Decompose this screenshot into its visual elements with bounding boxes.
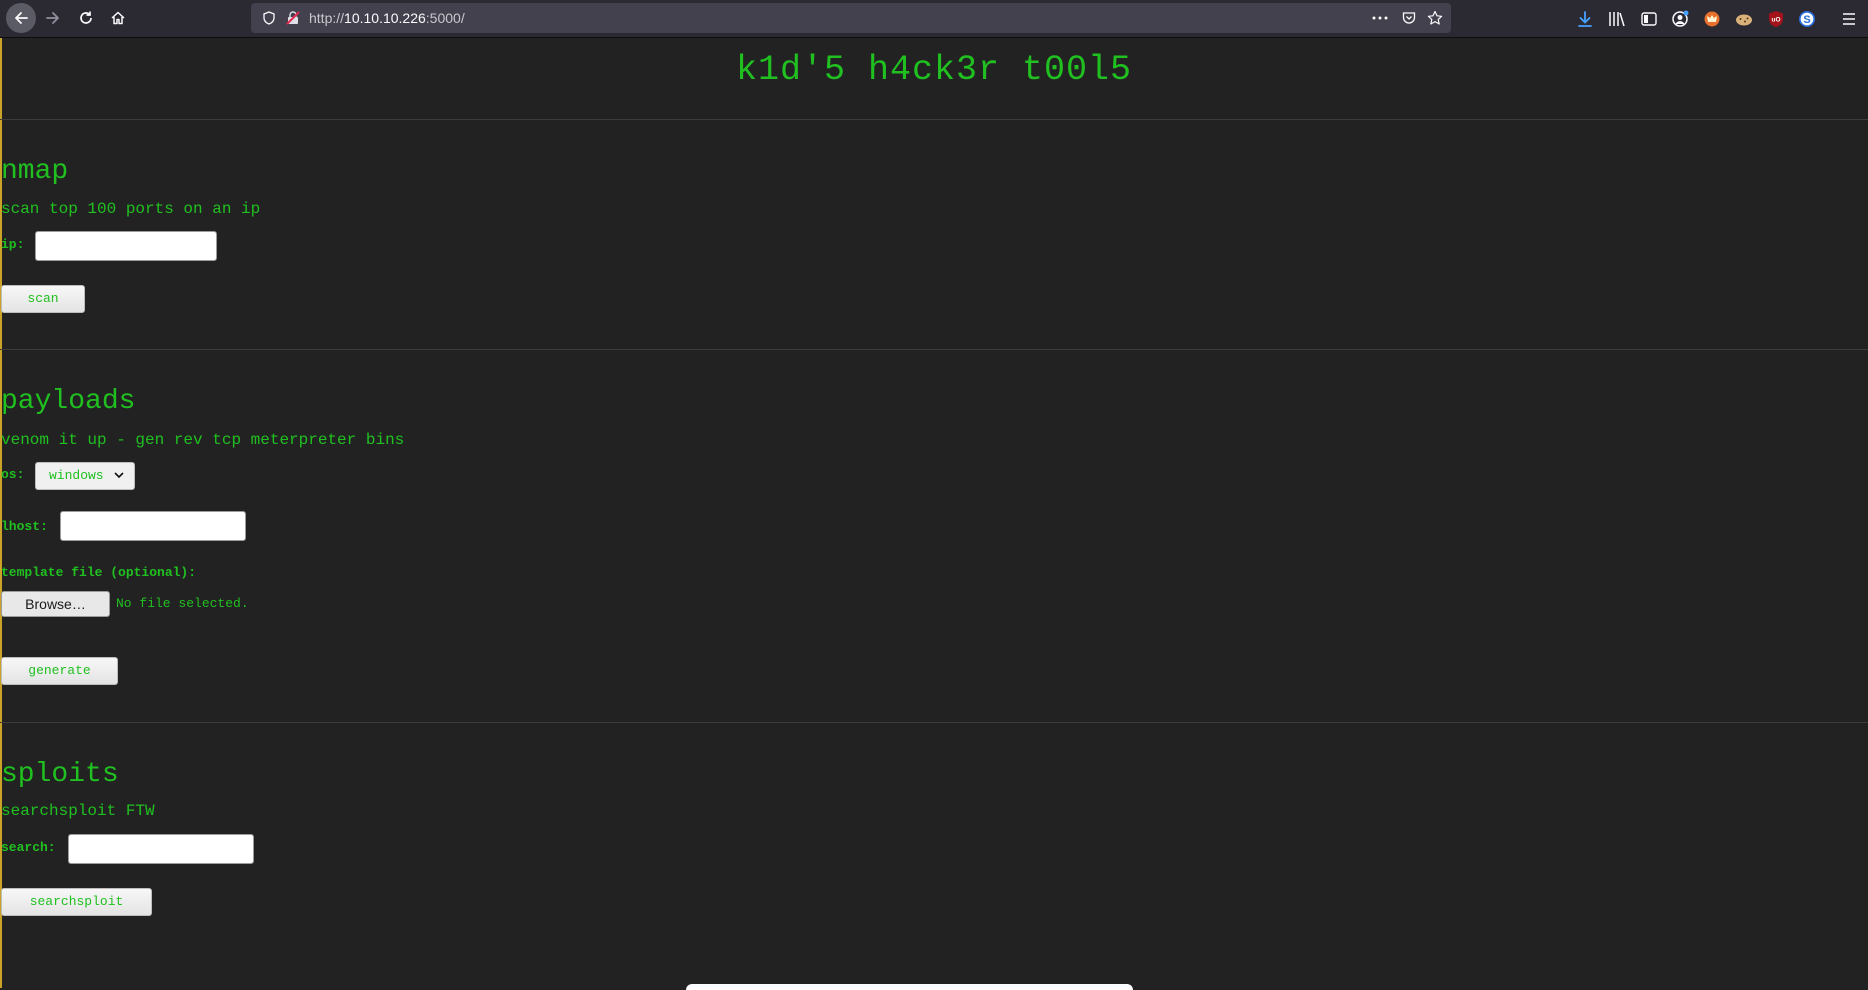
reload-button[interactable]: [72, 4, 100, 32]
payloads-description: venom it up - gen rev tcp meterpreter bi…: [1, 431, 405, 449]
home-button[interactable]: [104, 4, 132, 32]
arrow-left-icon: [15, 12, 28, 24]
home-icon: [111, 11, 125, 25]
account-icon[interactable]: [1670, 9, 1690, 29]
page-title: k1d'5 h4ck3r t00l5: [735, 50, 1133, 90]
scan-button[interactable]: scan: [1, 285, 85, 313]
search-label: search:: [1, 840, 56, 855]
sploits-heading: sploits: [1, 759, 119, 790]
downloads-icon[interactable]: [1575, 9, 1595, 29]
url-bar[interactable]: http://10.10.10.226:5000/: [251, 3, 1451, 33]
chevron-down-icon: [114, 472, 124, 479]
url-host: 10.10.10.226: [344, 10, 426, 26]
nmap-heading: nmap: [1, 156, 69, 187]
reload-icon: [80, 11, 92, 24]
more-actions-icon[interactable]: [1372, 10, 1388, 26]
lhost-label: lhost:: [1, 519, 48, 534]
cookie-extension-icon[interactable]: [1734, 9, 1754, 29]
svg-text:uO: uO: [1771, 17, 1780, 24]
back-button[interactable]: [6, 3, 36, 33]
foxyproxy-extension-icon[interactable]: [1702, 9, 1722, 29]
shield-icon[interactable]: [261, 10, 277, 26]
arrow-right-icon: [46, 12, 59, 24]
pocket-icon[interactable]: [1401, 10, 1417, 26]
url-text[interactable]: http://10.10.10.226:5000/: [309, 10, 465, 26]
divider: [0, 119, 1868, 120]
os-selected-value: windows: [49, 468, 104, 483]
insecure-lock-icon[interactable]: [285, 10, 301, 26]
os-label: os:: [1, 467, 25, 482]
forward-button[interactable]: [39, 4, 67, 32]
divider: [0, 722, 1868, 723]
bookmark-star-icon[interactable]: [1427, 10, 1443, 26]
library-icon[interactable]: [1607, 9, 1627, 29]
searchsploit-button[interactable]: searchsploit: [1, 888, 152, 916]
url-port-path: :5000/: [425, 10, 465, 26]
browse-file-button[interactable]: Browse…: [1, 591, 110, 617]
lhost-input[interactable]: [60, 511, 246, 541]
page-content: k1d'5 h4ck3r t00l5 nmap scan top 100 por…: [0, 38, 1868, 990]
divider: [0, 349, 1868, 350]
browser-toolbar: http://10.10.10.226:5000/ uO S: [0, 0, 1868, 38]
generate-button[interactable]: generate: [1, 657, 118, 685]
url-prefix: http://: [309, 10, 345, 26]
file-status-text: No file selected.: [116, 596, 249, 611]
search-input[interactable]: [68, 834, 254, 864]
bottom-overlay-edge: [686, 984, 1133, 990]
template-file-label: template file (optional):: [1, 565, 197, 580]
sidebar-icon[interactable]: [1639, 9, 1659, 29]
ip-input[interactable]: [35, 231, 217, 261]
ublock-origin-icon[interactable]: uO: [1766, 9, 1786, 29]
nmap-description: scan top 100 ports on an ip: [1, 200, 261, 218]
payloads-heading: payloads: [1, 386, 136, 417]
ip-label: ip:: [1, 237, 25, 252]
s-extension-icon[interactable]: S: [1797, 9, 1817, 29]
sploits-description: searchsploit FTW: [1, 802, 155, 820]
os-select[interactable]: windows: [35, 462, 135, 490]
hamburger-menu-icon[interactable]: [1839, 9, 1859, 29]
svg-text:S: S: [1803, 14, 1810, 26]
